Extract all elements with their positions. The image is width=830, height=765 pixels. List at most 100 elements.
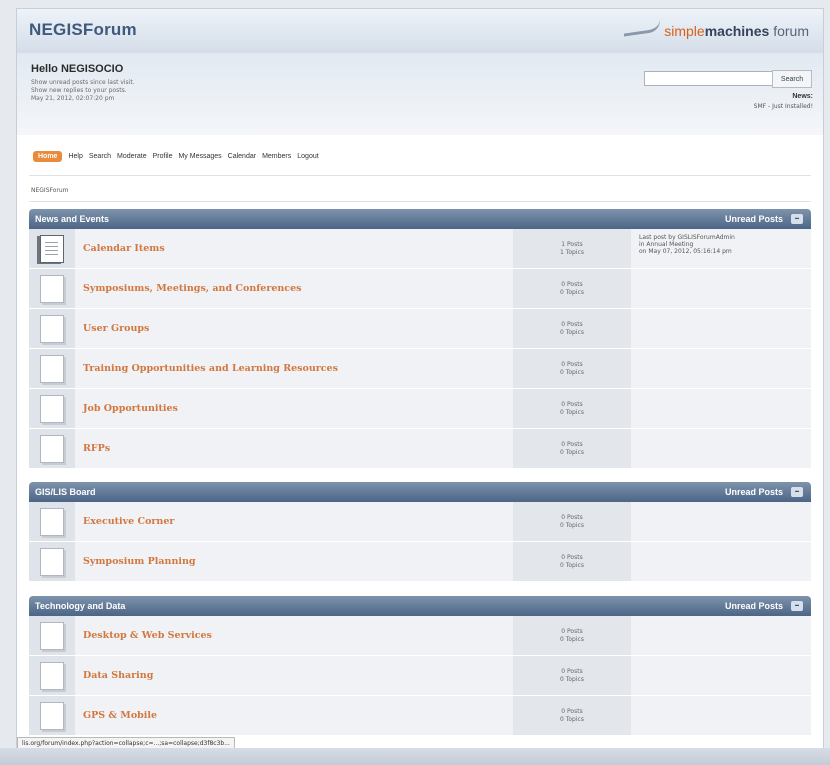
- unread-posts-link[interactable]: Unread Posts: [725, 601, 783, 611]
- category-header: Technology and Data Unread Posts –: [29, 596, 811, 616]
- board-no-new-posts-icon[interactable]: [40, 621, 64, 650]
- board-no-new-posts-icon[interactable]: [40, 507, 64, 536]
- board-icon-cell: [29, 389, 75, 428]
- board-link[interactable]: RFPs: [83, 443, 110, 454]
- board-info: Data Sharing: [75, 656, 513, 695]
- board-stats: 0 Posts 0 Topics: [513, 429, 631, 468]
- post-count: 0 Posts: [561, 667, 583, 675]
- board-no-new-posts-icon[interactable]: [40, 661, 64, 690]
- forum-title[interactable]: NEGISForum: [29, 20, 137, 40]
- board-no-new-posts-icon[interactable]: [40, 701, 64, 730]
- breadcrumb[interactable]: NEGISForum: [31, 187, 69, 194]
- category-title[interactable]: Technology and Data: [35, 601, 125, 611]
- menu-moderate[interactable]: Moderate: [117, 151, 147, 162]
- news-heading: News:: [792, 93, 813, 100]
- unread-posts-link[interactable]: Unread Posts: [725, 214, 783, 224]
- board-info: User Groups: [75, 309, 513, 348]
- category-header: News and Events Unread Posts –: [29, 209, 811, 229]
- board-stats: 0 Posts 0 Topics: [513, 696, 631, 735]
- board-stats: 0 Posts 0 Topics: [513, 309, 631, 348]
- board-no-new-posts-icon[interactable]: [40, 314, 64, 343]
- logo-text-machines: machines: [704, 23, 770, 39]
- board-no-new-posts-icon[interactable]: [40, 547, 64, 576]
- search-button[interactable]: Search: [772, 70, 812, 88]
- board-info: Job Opportunities: [75, 389, 513, 428]
- menu-calendar[interactable]: Calendar: [228, 151, 256, 162]
- board-icon-cell: [29, 502, 75, 541]
- board-stats: 1 Posts 1 Topics: [513, 229, 631, 268]
- category-title[interactable]: News and Events: [35, 214, 109, 224]
- board-stats: 0 Posts 0 Topics: [513, 502, 631, 541]
- board-row: Data Sharing 0 Posts 0 Topics: [29, 656, 811, 696]
- unread-posts-link[interactable]: Unread Posts: [725, 487, 783, 497]
- last-post-info: [631, 429, 811, 468]
- board-stats: 0 Posts 0 Topics: [513, 542, 631, 581]
- board-info: Symposiums, Meetings, and Conferences: [75, 269, 513, 308]
- menu-home[interactable]: Home: [33, 150, 63, 162]
- news-text: SMF - Just Installed!: [753, 103, 813, 110]
- board-link[interactable]: Job Opportunities: [83, 403, 178, 414]
- board-link[interactable]: Desktop & Web Services: [83, 630, 212, 641]
- last-post-info: [631, 696, 811, 735]
- topic-count: 0 Topics: [560, 448, 584, 456]
- collapse-icon[interactable]: –: [791, 487, 803, 497]
- board-row: Symposiums, Meetings, and Conferences 0 …: [29, 269, 811, 309]
- menu-members[interactable]: Members: [262, 151, 291, 162]
- board-icon-cell: [29, 229, 75, 268]
- search-input[interactable]: [644, 71, 774, 86]
- last-post-info: [631, 542, 811, 581]
- board-link[interactable]: Training Opportunities and Learning Reso…: [83, 363, 338, 374]
- smf-logo[interactable]: simplemachines forum: [622, 18, 809, 39]
- unread-since-link[interactable]: Show unread posts since last visit.: [31, 79, 135, 87]
- board-icon-cell: [29, 269, 75, 308]
- topic-count: 0 Topics: [560, 328, 584, 336]
- topic-count: 0 Topics: [560, 368, 584, 376]
- divider: [29, 175, 811, 176]
- board-no-new-posts-icon[interactable]: [40, 394, 64, 423]
- last-post-author[interactable]: Last post by GISLISForumAdmin: [639, 234, 803, 241]
- board-link[interactable]: Symposium Planning: [83, 556, 196, 567]
- new-replies-link[interactable]: Show new replies to your posts.: [31, 87, 135, 95]
- user-greeting: Hello NEGISOCIO: [31, 63, 124, 75]
- divider: [29, 201, 811, 202]
- board-link[interactable]: User Groups: [83, 323, 149, 334]
- logo-text-forum: forum: [769, 23, 809, 39]
- category-news-and-events: News and Events Unread Posts – Calendar …: [29, 209, 811, 469]
- last-post-info: [631, 389, 811, 428]
- collapse-icon[interactable]: –: [791, 601, 803, 611]
- menu-help[interactable]: Help: [68, 151, 82, 162]
- post-count: 0 Posts: [561, 707, 583, 715]
- board-link[interactable]: Calendar Items: [83, 243, 165, 254]
- board-stats: 0 Posts 0 Topics: [513, 269, 631, 308]
- board-row: Desktop & Web Services 0 Posts 0 Topics: [29, 616, 811, 656]
- board-no-new-posts-icon[interactable]: [40, 274, 64, 303]
- post-count: 0 Posts: [561, 627, 583, 635]
- category-gis-lis-board: GIS/LIS Board Unread Posts – Executive C…: [29, 482, 811, 582]
- menu-search[interactable]: Search: [89, 151, 111, 162]
- forum-page: NEGISForum simplemachines forum Hello NE…: [16, 8, 824, 750]
- header-bar: NEGISForum simplemachines forum: [17, 9, 823, 54]
- board-info: RFPs: [75, 429, 513, 468]
- board-stats: 0 Posts 0 Topics: [513, 389, 631, 428]
- collapse-icon[interactable]: –: [791, 214, 803, 224]
- topic-count: 0 Topics: [560, 675, 584, 683]
- board-row: GPS & Mobile 0 Posts 0 Topics: [29, 696, 811, 736]
- menu-my-messages[interactable]: My Messages: [178, 151, 221, 162]
- board-no-new-posts-icon[interactable]: [40, 354, 64, 383]
- last-post-info: [631, 656, 811, 695]
- last-post-info: [631, 502, 811, 541]
- menu-profile[interactable]: Profile: [153, 151, 173, 162]
- last-post-date: on May 07, 2012, 05:16:14 pm: [639, 248, 732, 255]
- board-icon-cell: [29, 542, 75, 581]
- menu-logout[interactable]: Logout: [297, 151, 318, 162]
- board-link[interactable]: Data Sharing: [83, 670, 153, 681]
- category-title[interactable]: GIS/LIS Board: [35, 487, 96, 497]
- last-post-topic[interactable]: in Annual Meeting: [639, 241, 803, 248]
- board-no-new-posts-icon[interactable]: [40, 434, 64, 463]
- board-info: Symposium Planning: [75, 542, 513, 581]
- board-link[interactable]: Executive Corner: [83, 516, 174, 527]
- board-new-posts-icon[interactable]: [40, 234, 64, 263]
- board-link[interactable]: GPS & Mobile: [83, 710, 157, 721]
- board-link[interactable]: Symposiums, Meetings, and Conferences: [83, 283, 302, 294]
- board-info: Desktop & Web Services: [75, 616, 513, 655]
